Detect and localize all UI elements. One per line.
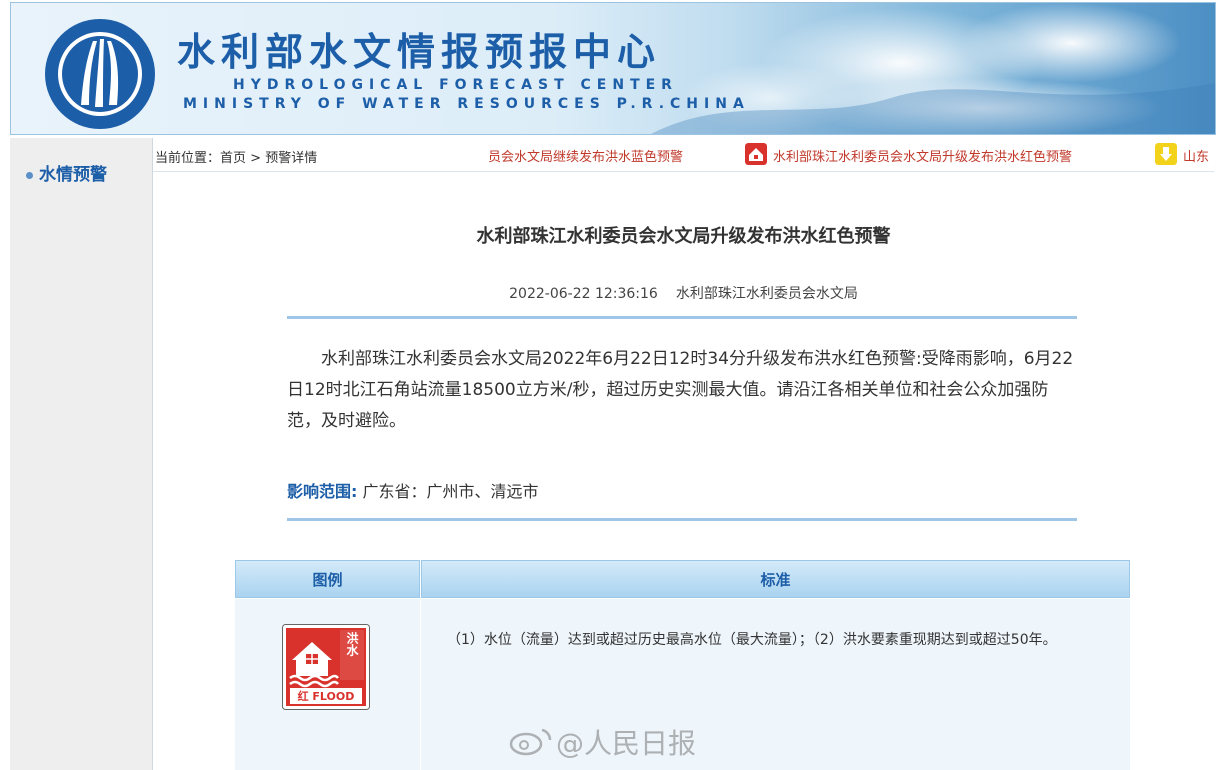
red-flood-icon	[745, 143, 767, 165]
article-publisher: 水利部珠江水利委员会水文局	[675, 286, 858, 302]
breadcrumb-current: 预警详情	[265, 151, 318, 166]
hydrology-center-logo	[45, 19, 155, 129]
yellow-warning-icon	[1155, 143, 1177, 165]
weibo-logo-icon	[509, 728, 552, 756]
breadcrumb-bar: 当前位置：首页 > 预警详情 员会水文局继续发布洪水蓝色预警 水利部珠江水利委员…	[153, 138, 1214, 172]
flood-icon-bottom-text: 红 FLOOD	[298, 689, 355, 703]
table-header-standard: 标准	[421, 560, 1130, 598]
wave-background-image	[651, 3, 1215, 134]
impact-scope-value: 广东省：广州市、清远市	[357, 482, 539, 501]
standard-text: （1）水位（流量）达到或超过历史最高水位（最大流量）；（2）洪水要素重现期达到或…	[447, 632, 1057, 648]
ticker-item-red-warning[interactable]: 水利部珠江水利委员会水文局升级发布洪水红色预警	[773, 146, 1072, 165]
flood-icon-side-text: 洪水	[345, 631, 359, 657]
divider-top	[287, 316, 1077, 319]
header-banner: 水利部水文情报预报中心 HYDROLOGICAL FORECAST CENTER…	[10, 2, 1216, 135]
article-body: 水利部珠江水利委员会水文局2022年6月22日12时34分升级发布洪水红色预警:…	[287, 349, 1074, 431]
sidebar-item-label: 水情预警	[39, 165, 107, 185]
article-datetime: 2022-06-22 12:36:16	[509, 286, 658, 302]
breadcrumb-home-link[interactable]: 首页	[220, 151, 246, 166]
left-sidebar: 水情预警	[10, 138, 153, 770]
article-meta: 2022-06-22 12:36:16 水利部珠江水利委员会水文局	[153, 283, 1214, 303]
ticker-item-blue-warning[interactable]: 员会水文局继续发布洪水蓝色预警	[488, 146, 683, 165]
watermark: @人民日报	[556, 727, 697, 760]
impact-scope: 影响范围: 广东省：广州市、清远市	[287, 478, 539, 502]
table-header-icon: 图例	[235, 560, 420, 598]
breadcrumb: 当前位置：首页 > 预警详情	[155, 147, 317, 166]
divider-bottom	[287, 518, 1077, 521]
article-content: 水利部珠江水利委员会水文局升级发布洪水红色预警 2022-06-22 12:36…	[153, 172, 1214, 770]
site-title-english-line2: MINISTRY OF WATER RESOURCES P.R.CHINA	[183, 96, 750, 112]
red-flood-warning-icon: 洪水 红 FLOOD	[282, 624, 370, 710]
bullet-dot-icon	[26, 171, 33, 179]
breadcrumb-prefix: 当前位置：	[155, 151, 221, 166]
impact-scope-label: 影响范围:	[287, 482, 358, 501]
site-title-english-line1: HYDROLOGICAL FORECAST CENTER	[233, 77, 678, 93]
breadcrumb-separator: >	[246, 151, 266, 166]
table-cell-icon: 洪水 红 FLOOD	[235, 599, 420, 770]
warning-ticker: 员会水文局继续发布洪水蓝色预警 水利部珠江水利委员会水文局升级发布洪水红色预警 …	[485, 138, 1214, 171]
sidebar-item-water-warning[interactable]: 水情预警	[26, 160, 107, 185]
ticker-item-shandong[interactable]: 山东	[1183, 146, 1209, 165]
site-title-chinese: 水利部水文情报预报中心	[177, 30, 662, 74]
article-title: 水利部珠江水利委员会水文局升级发布洪水红色预警	[476, 226, 891, 247]
